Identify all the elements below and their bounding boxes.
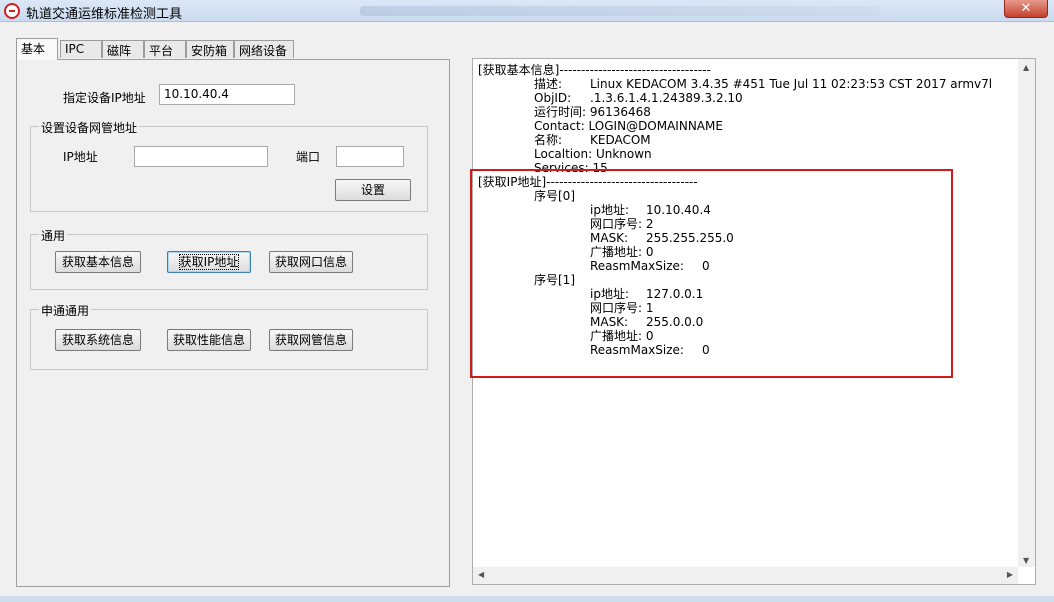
common-group: 通用 获取基本信息 获取IP地址 获取网口信息 (30, 227, 428, 290)
window-bottom-border (0, 596, 1054, 602)
app-logo-icon (4, 3, 20, 19)
set-button[interactable]: 设置 (335, 179, 411, 201)
get-system-info-button[interactable]: 获取系统信息 (55, 329, 141, 351)
tab-security-box[interactable]: 安防箱 (186, 40, 234, 58)
mgmt-address-group: 设置设备网管地址 IP地址 端口 设置 (30, 119, 428, 212)
vertical-scrollbar[interactable]: ▲ ▼ (1018, 59, 1035, 567)
shentong-group: 申通通用 获取系统信息 获取性能信息 获取网管信息 (30, 302, 428, 370)
output-line: 描述: (534, 77, 563, 91)
title-bar: 轨道交通运维标准检测工具 ✕ (0, 0, 1054, 22)
get-ip-address-label: 获取IP地址 (178, 254, 240, 270)
scroll-down-icon[interactable]: ▼ (1023, 556, 1029, 565)
common-group-title: 通用 (39, 227, 68, 244)
scroll-left-icon[interactable]: ◀ (478, 570, 484, 579)
output-line: [获取基本信息]--------------------------------… (478, 63, 711, 77)
get-basic-info-button[interactable]: 获取基本信息 (55, 251, 141, 273)
close-button[interactable]: ✕ (1004, 0, 1048, 18)
output-line: ObjID: (534, 91, 572, 105)
output-line: KEDACOM (590, 133, 651, 147)
output-line: Localtion: Unknown (534, 147, 652, 161)
get-netmgmt-info-button[interactable]: 获取网管信息 (269, 329, 353, 351)
mgmt-port-input[interactable] (336, 146, 404, 167)
device-ip-input[interactable]: 10.10.40.4 (159, 84, 295, 105)
get-performance-info-button[interactable]: 获取性能信息 (167, 329, 251, 351)
scroll-up-icon[interactable]: ▲ (1023, 63, 1029, 72)
get-ip-address-button[interactable]: 获取IP地址 (167, 251, 251, 273)
window-title: 轨道交通运维标准检测工具 (26, 7, 183, 22)
highlight-box (470, 169, 953, 378)
tab-network-device[interactable]: 网络设备 (234, 40, 294, 58)
device-ip-label: 指定设备IP地址 (63, 91, 146, 105)
tab-basic[interactable]: 基本 (16, 38, 58, 60)
port-label: 端口 (296, 150, 321, 164)
horizontal-scrollbar[interactable]: ◀ ▶ (473, 567, 1018, 584)
tab-panel-basic: 指定设备IP地址 10.10.40.4 设置设备网管地址 IP地址 端口 设置 … (16, 59, 450, 587)
scroll-right-icon[interactable]: ▶ (1007, 570, 1013, 579)
mgmt-address-group-title: 设置设备网管地址 (39, 119, 140, 136)
tab-platform[interactable]: 平台 (144, 40, 186, 58)
get-interface-info-button[interactable]: 获取网口信息 (269, 251, 353, 273)
output-line: 名称: (534, 133, 563, 147)
mgmt-ip-input[interactable] (134, 146, 268, 167)
output-line: Contact: LOGIN@DOMAINNAME (534, 119, 723, 133)
output-line: Linux KEDACOM 3.4.35 #451 Tue Jul 11 02:… (590, 77, 993, 91)
output-line: 运行时间: 96136468 (534, 105, 651, 119)
tab-ipc[interactable]: IPC (60, 40, 102, 58)
title-bar-blur (360, 6, 880, 16)
shentong-group-title: 申通通用 (39, 302, 92, 319)
ip-label: IP地址 (63, 150, 98, 164)
output-line: .1.3.6.1.4.1.24389.3.2.10 (590, 91, 743, 105)
tab-disk-array[interactable]: 磁阵 (102, 40, 144, 58)
